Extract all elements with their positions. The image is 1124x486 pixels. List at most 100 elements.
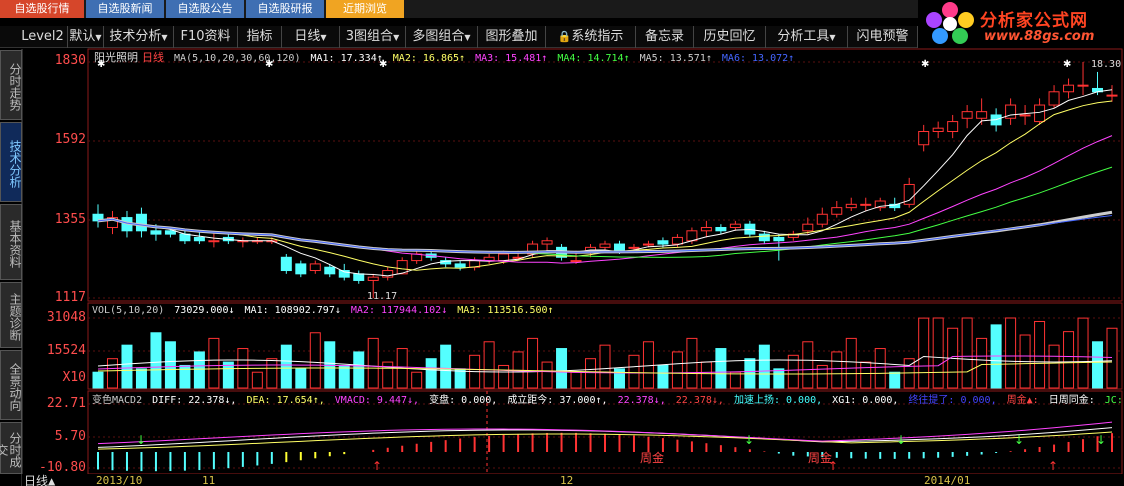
- candle-body: [671, 236, 683, 245]
- price-axis-label: 1592: [54, 132, 86, 147]
- toolbar-analysis-tools[interactable]: 分析工具▼: [766, 26, 848, 48]
- candle-body: [425, 253, 437, 258]
- bottom-period-label[interactable]: 日线▲: [24, 472, 55, 486]
- volume-bar: [1005, 317, 1017, 389]
- toolbar-indicator[interactable]: 指标: [238, 26, 282, 48]
- volume-bar: [628, 354, 640, 389]
- candle-body: [1005, 104, 1017, 119]
- volume-bar: [642, 341, 654, 389]
- volume-bar: [715, 348, 727, 389]
- candle-body: [411, 253, 423, 262]
- toolbar-memo[interactable]: 备忘录: [636, 26, 694, 48]
- price-panel-frame: [87, 48, 1123, 302]
- volume-bar: [309, 332, 321, 389]
- candle-body: [744, 223, 756, 235]
- logo-url: www.88gs.com: [984, 29, 1095, 44]
- dropdown-arrow-icon: ▼: [95, 33, 102, 42]
- candle-body: [295, 263, 307, 275]
- volume-bar: [990, 324, 1002, 389]
- volume-bar: [483, 341, 495, 389]
- volume-bar: [1092, 341, 1104, 389]
- volume-bar: [135, 368, 147, 389]
- candle-body: [585, 246, 597, 252]
- candle-body: [106, 217, 118, 228]
- news-tab-recent-views[interactable]: 近期浏览: [326, 0, 404, 18]
- legend-val-b: 22.378↓,: [675, 395, 724, 406]
- volume-bar: [498, 364, 510, 389]
- arrow-down-icon: ↓: [1014, 433, 1024, 447]
- candle-body: [874, 200, 886, 209]
- volume-bar: [469, 354, 481, 389]
- candle-body: [512, 256, 524, 259]
- toolbar-f10[interactable]: F10资料: [174, 26, 238, 48]
- macd-axis-label: 22.71: [46, 396, 86, 411]
- side-tab-intraday[interactable]: 分时走势: [0, 50, 22, 120]
- volume-legend: VOL(5,10,20) 73029.000↓ MA1: 108902.797↓…: [92, 305, 558, 316]
- volume-bar: [92, 371, 104, 389]
- candle-body: [440, 260, 452, 265]
- date-tick-label: 2013/10: [96, 474, 143, 486]
- toolbar-default[interactable]: 默认▼: [68, 26, 104, 48]
- volume-bar: [251, 371, 263, 389]
- volume-bar: [527, 337, 539, 389]
- toolbar-3-chart-combo[interactable]: 3图组合▼: [340, 26, 406, 48]
- price-axis-label: 1830: [54, 53, 86, 68]
- volume-bar: [889, 371, 901, 389]
- candle-body: [932, 127, 944, 133]
- toolbar-multi-chart-combo[interactable]: 多图组合▼: [406, 26, 478, 48]
- kline-chart[interactable]: ✱ ✱ ✱ ✱ ✱↓↑↓↑↓ ↓↑↓: [0, 0, 1124, 486]
- news-tab-watchlist-news[interactable]: 自选股新闻: [86, 0, 164, 18]
- volume-bar: [396, 348, 408, 389]
- volume-bar: [193, 351, 205, 389]
- candle-body: [729, 223, 741, 228]
- chart-period: 日线: [142, 51, 164, 64]
- news-tab-watchlist-announcements[interactable]: 自选股公告: [166, 0, 244, 18]
- site-logo: 分析家公式网 www.88gs.com: [918, 0, 1124, 49]
- toolbar-overlay[interactable]: 图形叠加: [478, 26, 546, 48]
- toolbar-level2[interactable]: Level2: [18, 26, 68, 48]
- news-tab-watchlist-quotes[interactable]: 自选股行情: [0, 0, 84, 18]
- candle-body: [1092, 87, 1104, 93]
- candle-body: [831, 207, 843, 215]
- candle-body: [469, 260, 481, 268]
- side-tab-ticks[interactable]: 分时成交: [0, 422, 22, 474]
- weekly-gold-marker: 周金: [640, 451, 665, 465]
- volume-bar: [106, 358, 118, 389]
- toolbar-system-indicator[interactable]: 🔒系统指示: [546, 26, 636, 48]
- candle-body: [353, 273, 365, 281]
- volume-axis-label: 31048: [46, 310, 86, 325]
- date-tick-label: 11: [202, 474, 216, 486]
- candle-body: [1048, 91, 1060, 106]
- side-tab-technical[interactable]: 技术分析: [0, 122, 22, 202]
- volume-bar: [613, 368, 625, 389]
- date-axis: 日线▲ 2013/10 11 12 2014/01: [22, 474, 1124, 486]
- toolbar-flash-alert[interactable]: 闪电预警: [848, 26, 918, 48]
- legend-since: 成立距今: 37.000↑,: [507, 395, 608, 406]
- side-tab-fundamentals[interactable]: 基本资料: [0, 204, 22, 280]
- candle-body: [787, 233, 799, 238]
- legend-dea: DEA: 17.654↑,: [246, 395, 325, 406]
- toolbar-history-recall[interactable]: 历史回忆: [694, 26, 766, 48]
- volume-bar: [179, 364, 191, 389]
- candle-body: [816, 213, 828, 225]
- candle-body: [802, 223, 814, 232]
- candle-body: [1019, 114, 1031, 117]
- toolbar-technical-analysis[interactable]: 技术分析▼: [104, 26, 174, 48]
- volume-bar: [208, 337, 220, 389]
- toolbar-daily[interactable]: 日线▼: [282, 26, 340, 48]
- volume-bar: [454, 368, 466, 389]
- lock-icon: 🔒: [557, 30, 572, 43]
- legend-vol-ma1: MA1: 108902.797↓: [244, 305, 341, 316]
- legend-accel: 加速上扬: 0.000,: [733, 395, 823, 406]
- side-tab-diagnosis[interactable]: 主题诊断: [0, 282, 22, 348]
- volume-bar: [164, 341, 176, 389]
- legend-diff: DIFF: 22.378↓,: [152, 395, 237, 406]
- candle-body: [1106, 94, 1118, 97]
- toolbar-default-label: 默认: [69, 29, 96, 44]
- side-tab-panorama[interactable]: 全景动向: [0, 350, 22, 420]
- candle-body: [903, 183, 915, 205]
- news-tab-watchlist-research[interactable]: 自选股研报: [246, 0, 324, 18]
- volume-bar: [440, 344, 452, 389]
- volume-bar: [744, 358, 756, 389]
- volume-bar: [266, 358, 278, 389]
